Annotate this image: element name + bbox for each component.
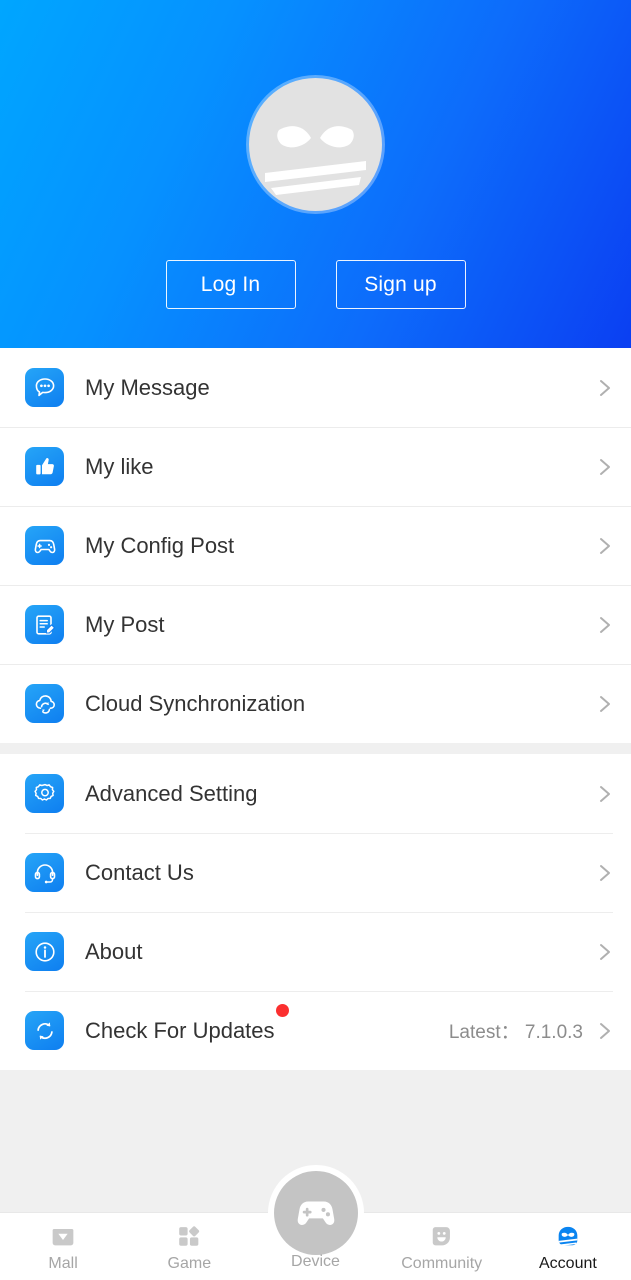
document-edit-icon	[25, 605, 64, 644]
menu-row-my-message[interactable]: My Message	[0, 348, 631, 427]
chevron-right-icon	[599, 863, 611, 883]
refresh-sync-icon	[25, 1011, 64, 1050]
menu-group-primary: My Message My like My Config Post My Post Cl…	[0, 348, 631, 743]
shopping-bag-icon	[49, 1221, 77, 1251]
update-badge-dot	[275, 1003, 289, 1017]
message-bubble-icon	[25, 368, 64, 407]
menu-row-value: Latest： 7.1.0.3	[448, 1022, 583, 1043]
gamepad-filled-icon	[273, 1171, 358, 1255]
chevron-right-icon	[599, 615, 611, 635]
gear-icon	[25, 774, 64, 813]
menu-row-label: My Post	[85, 611, 165, 637]
menu-row-label: My Config Post	[85, 532, 235, 558]
menu-row-about[interactable]: About	[0, 912, 631, 991]
tab-game[interactable]: Game	[126, 1213, 252, 1280]
chevron-right-icon	[599, 536, 611, 556]
menu-row-label: Contact Us	[85, 859, 194, 885]
device-center-button[interactable]	[267, 1165, 364, 1261]
menu-row-my-post[interactable]: My Post	[0, 585, 631, 664]
menu-row-label: Advanced Setting	[85, 780, 258, 806]
account-screen: Log In Sign up My Message My like My Confi…	[0, 0, 631, 1280]
chevron-right-icon	[599, 1021, 611, 1041]
tab-label-community: Community	[401, 1254, 483, 1272]
thumbs-up-icon	[25, 447, 64, 486]
tab-account[interactable]: Account	[505, 1213, 631, 1280]
profile-header: Log In Sign up	[0, 0, 631, 348]
mask-logo-avatar-icon	[265, 126, 366, 195]
tab-label-account: Account	[539, 1254, 597, 1272]
grid-blocks-icon	[175, 1221, 203, 1251]
signup-button[interactable]: Sign up	[335, 260, 466, 309]
gamepad-icon	[25, 526, 64, 565]
chevron-right-icon	[599, 942, 611, 962]
chevron-right-icon	[599, 457, 611, 477]
menu-row-my-like[interactable]: My like	[0, 427, 631, 506]
menu-row-label: My like	[85, 453, 154, 479]
menu-row-advanced-setting[interactable]: Advanced Setting	[0, 754, 631, 833]
menu-row-label: Cloud Synchronization	[85, 690, 306, 716]
login-button[interactable]: Log In	[165, 260, 296, 309]
menu-row-contact-us[interactable]: Contact Us	[0, 833, 631, 912]
info-circle-icon	[25, 932, 64, 971]
menu-row-check-for-updates[interactable]: Check For Updates Latest： 7.1.0.3	[0, 991, 631, 1070]
chevron-right-icon	[599, 694, 611, 714]
menu-row-label: My Message	[85, 374, 210, 400]
auth-buttons: Log In Sign up	[165, 260, 466, 309]
menu-row-label: Check For Updates	[85, 1003, 289, 1044]
chevron-right-icon	[599, 784, 611, 804]
headset-icon	[25, 853, 64, 892]
menu-group-secondary: Advanced Setting Contact Us About Check For…	[0, 754, 631, 1070]
tab-mall[interactable]: Mall	[0, 1213, 126, 1280]
menu-scroll-area[interactable]: My Message My like My Config Post My Post Cl…	[0, 348, 631, 1212]
cloud-sync-icon	[25, 684, 64, 723]
tab-community[interactable]: Community	[379, 1213, 505, 1280]
menu-row-my-config-post[interactable]: My Config Post	[0, 506, 631, 585]
chevron-right-icon	[599, 378, 611, 398]
menu-row-label: About	[85, 938, 143, 964]
menu-row-cloud-synchronization[interactable]: Cloud Synchronization	[0, 664, 631, 743]
tab-label-game: Game	[167, 1254, 212, 1272]
avatar[interactable]	[249, 78, 382, 211]
tab-label-device: Device	[291, 1252, 340, 1270]
smiley-bubble-icon	[428, 1221, 456, 1251]
mask-logo-icon	[554, 1221, 582, 1251]
tab-label-mall: Mall	[48, 1254, 78, 1272]
tab-device[interactable]: Device	[252, 1165, 378, 1280]
bottom-tab-bar: Mall Game Device Community Account	[0, 1165, 631, 1280]
